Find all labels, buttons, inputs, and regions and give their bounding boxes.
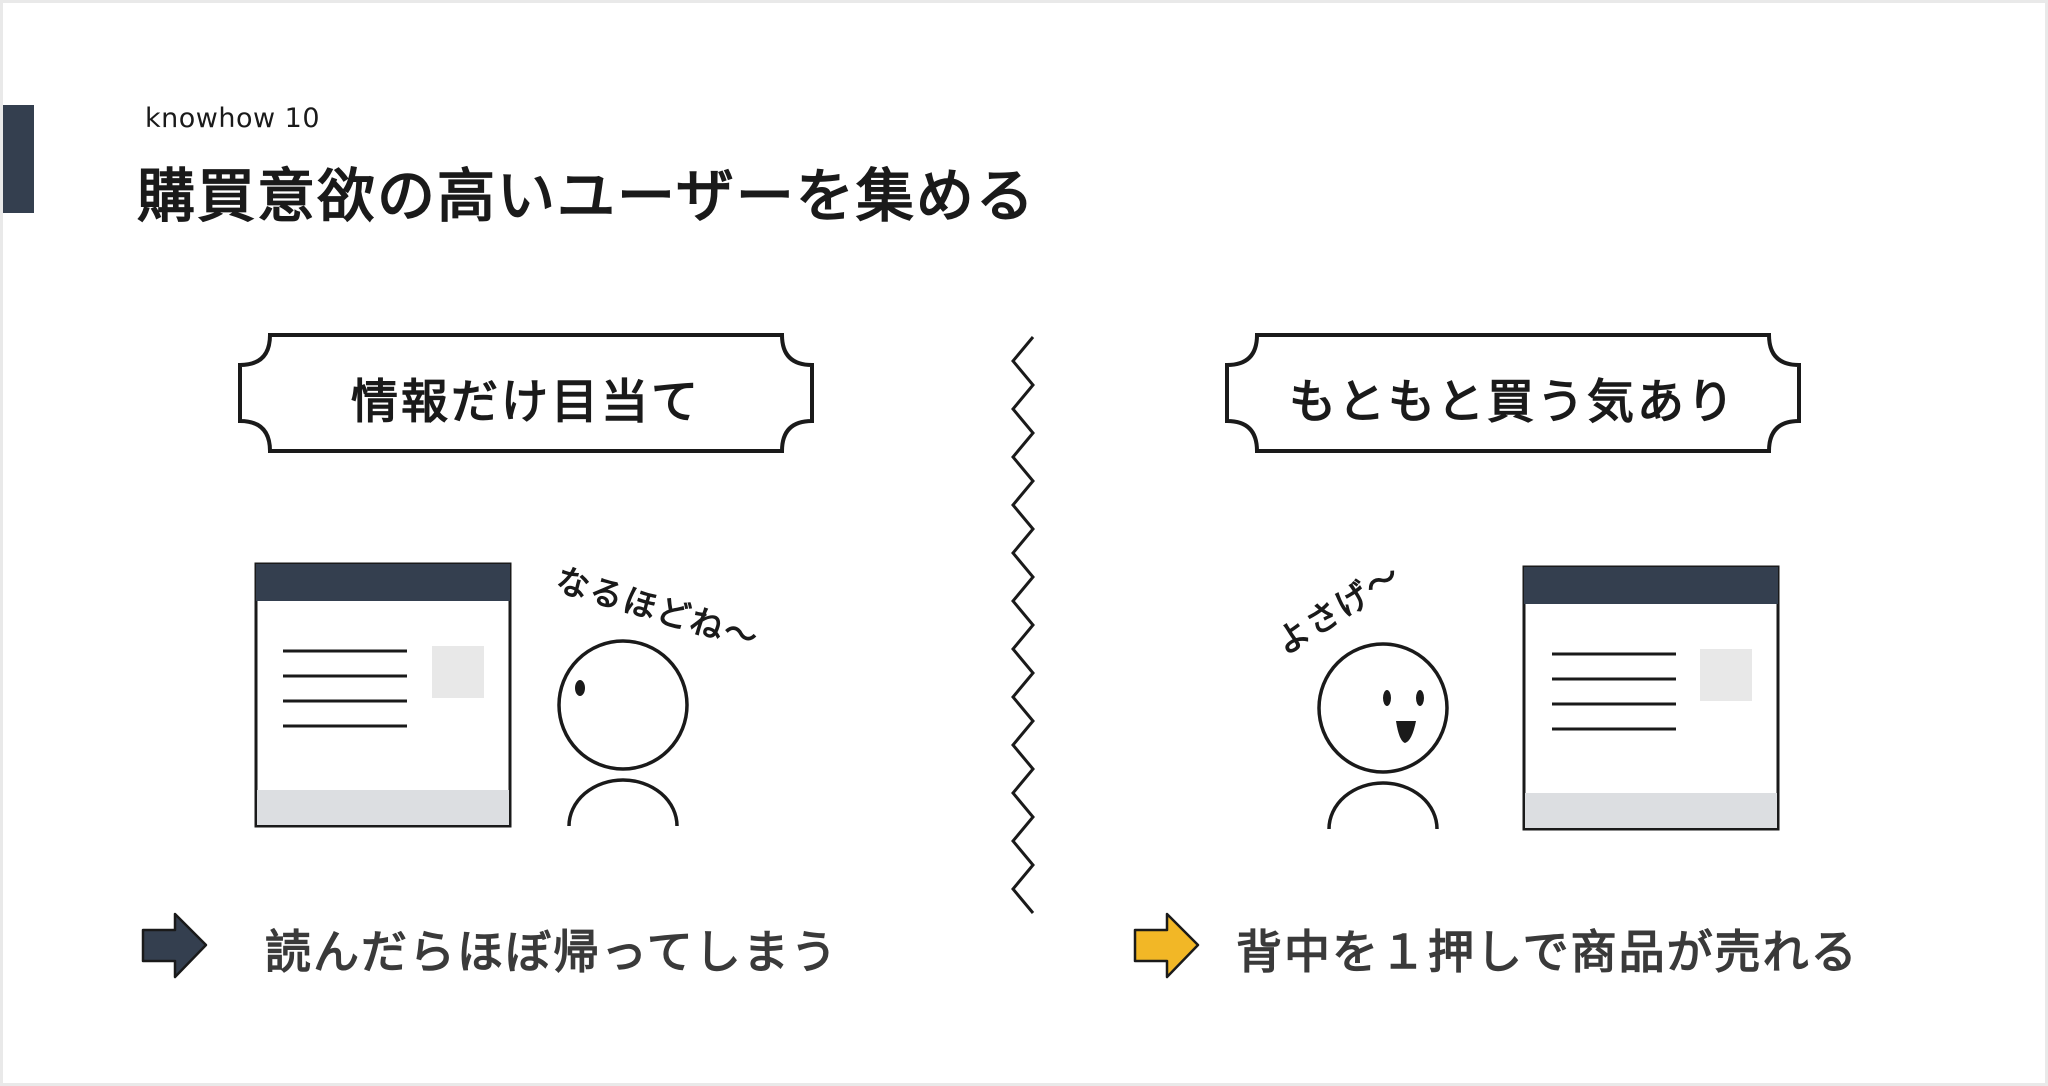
zigzag-divider [1011,336,1035,914]
right-arrow-icon [1133,912,1200,979]
slide: knowhow 10 購買意欲の高いユーザーを集める 情報だけ目当て もともと買… [3,3,2045,1083]
right-label-text: もともと買う気あり [1288,375,1738,430]
left-result-text: 読んだらほぼ帰ってしまう [265,925,839,979]
left-browser-window-icon [254,562,512,828]
right-result-text: 背中を１押しで商品が売れる [1236,925,1859,979]
left-person-icon [557,639,689,827]
left-label-text: 情報だけ目当て [351,375,701,430]
right-person-icon [1317,642,1449,830]
left-arrow-icon [141,912,208,979]
right-browser-window-icon [1522,565,1780,831]
